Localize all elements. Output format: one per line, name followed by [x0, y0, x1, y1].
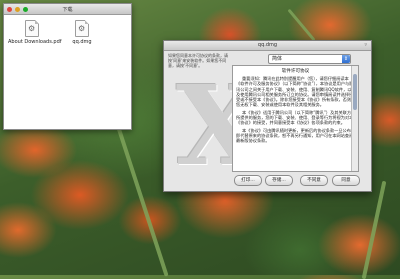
dialog-titlebar[interactable]: qq.dmg ▿ — [164, 41, 371, 51]
chevron-updown-icon: ⇕ — [342, 55, 350, 63]
license-paragraph: 重要须知：腾讯在此特别提醒用户（您），请您仔细阅读本《软件许可及服务协议》（以下… — [236, 76, 354, 108]
background-stem — [287, 8, 316, 42]
disk-image-icon: ⚙ — [75, 20, 89, 37]
file-item-qq-dmg[interactable]: ⚙ qq.dmg — [58, 20, 106, 45]
file-label: About Downloads.pdf — [8, 39, 62, 45]
finder-window[interactable]: 下载 ⚙ About Downloads.pdf ⚙ qq.dmg — [3, 3, 132, 130]
scrollbar-thumb[interactable] — [353, 74, 357, 110]
pdf-document-icon: ⚙ — [25, 20, 39, 37]
print-button[interactable]: 打印… — [234, 175, 262, 186]
save-button[interactable]: 存储… — [265, 175, 293, 186]
license-heading: 软件许可协议 — [281, 69, 310, 74]
license-scrollbar[interactable] — [351, 66, 358, 171]
resize-grip-icon: ▿ — [364, 42, 367, 48]
license-dialog[interactable]: qq.dmg ▿ X 如果您同意本许可协议的条款，请按'同意'来安装软件。如果您… — [163, 40, 372, 192]
agree-button[interactable]: 同意 — [332, 175, 360, 186]
background-stem — [115, 123, 169, 277]
file-item-about-downloads[interactable]: ⚙ About Downloads.pdf — [8, 20, 62, 45]
license-text-area[interactable]: 软件许可协议 重要须知：腾讯在此特别提醒用户（您），请您仔细阅读本《软件许可及服… — [232, 65, 359, 172]
finder-titlebar[interactable]: 下载 — [4, 4, 131, 15]
finder-title: 下载 — [62, 7, 73, 13]
language-select[interactable]: 简体 ⇕ — [268, 54, 351, 64]
license-paragraph: 本《协议》适用于腾讯公司（以下简称“腾讯”）及其关联方所提供的服务，您的下载、安… — [236, 109, 354, 126]
dialog-title: qq.dmg — [257, 42, 278, 48]
license-paragraph: 本《协议》可由腾讯随时更新，更新后的协议条款一旦公布即代替原来的协议条款，恕不再… — [236, 127, 354, 144]
license-instructions: 如果您同意本许可协议的条款，请按'同意'来安装软件。如果您不同意，请按'不同意'… — [168, 53, 228, 68]
background-stem — [361, 180, 387, 279]
language-select-value: 简体 — [272, 56, 283, 62]
file-label: qq.dmg — [72, 39, 92, 45]
disagree-button[interactable]: 不同意 — [300, 175, 328, 186]
